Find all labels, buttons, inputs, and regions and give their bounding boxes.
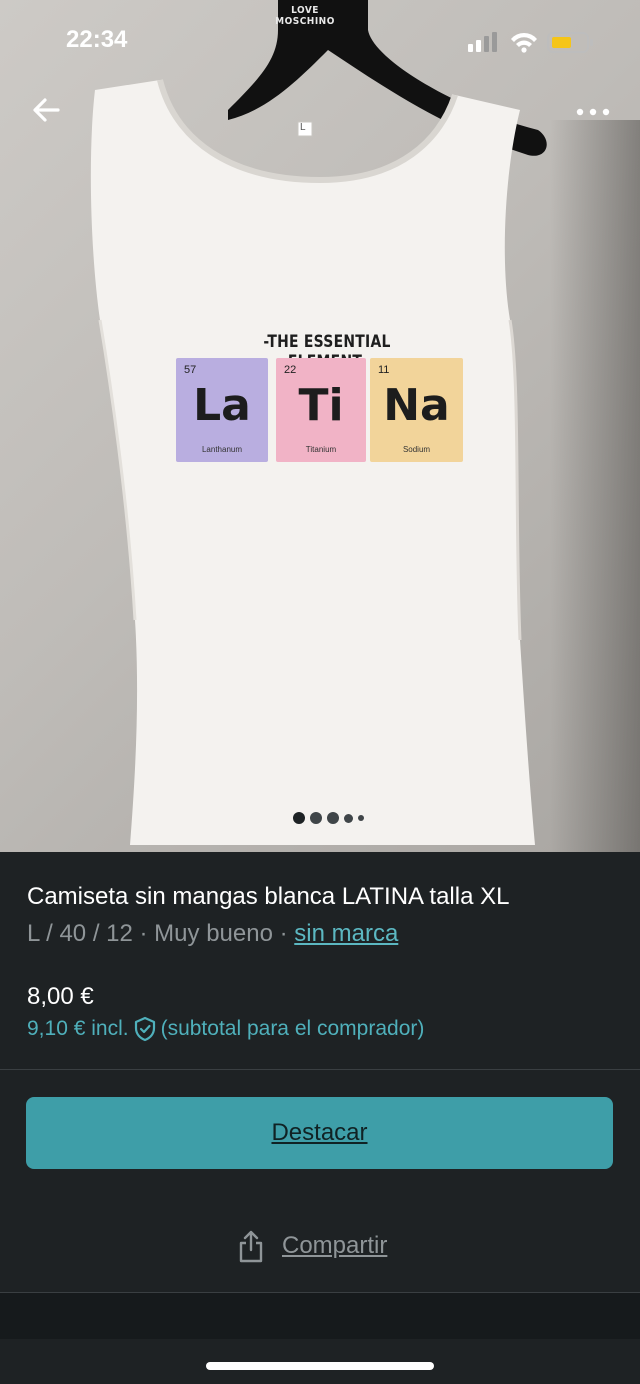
product-meta-text: L / 40 / 12 · Muy bueno · <box>27 920 295 947</box>
buyer-price: 9,10 € incl. <box>27 1017 129 1040</box>
share-label: Compartir <box>282 1232 388 1259</box>
bottom-band <box>0 1293 640 1339</box>
buyer-price-note: (subtotal para el comprador) <box>160 1017 425 1040</box>
carousel-dot[interactable] <box>310 812 322 824</box>
status-time: 22:34 <box>66 26 128 53</box>
shirt-print: -THE ESSENTIAL ELEMENT- 57 La Lanthanum … <box>172 332 472 467</box>
signal-icon <box>468 32 497 52</box>
product-meta: L / 40 / 12 · Muy bueno · sin marca <box>27 920 398 948</box>
product-photo[interactable]: LOVE MOSCHINO L -THE ESSENTIAL ELEMENT- … <box>0 0 640 852</box>
carousel-dot[interactable] <box>358 815 364 821</box>
back-button[interactable] <box>24 90 68 130</box>
wifi-icon <box>511 32 537 53</box>
carousel-dot[interactable] <box>344 813 353 823</box>
battery-icon <box>547 32 593 53</box>
more-options-button[interactable] <box>568 96 618 128</box>
element-tile-la: 57 La Lanthanum <box>176 358 268 462</box>
element-tile-na: 11 Na Sodium <box>370 358 463 462</box>
brand-link[interactable]: sin marca <box>294 920 398 947</box>
divider <box>0 1069 640 1070</box>
product-title: Camiseta sin mangas blanca LATINA talla … <box>27 883 510 910</box>
buyer-price-row[interactable]: 9,10 € incl. (subtotal para el comprador… <box>27 1016 424 1042</box>
element-tile-ti: 22 Ti Titanium <box>276 358 366 462</box>
size-tag: L <box>300 122 306 133</box>
carousel-dot[interactable] <box>327 812 339 824</box>
share-button[interactable]: Compartir <box>236 1226 387 1266</box>
carousel-indicator[interactable] <box>293 812 364 824</box>
destacar-button[interactable]: Destacar <box>26 1097 613 1169</box>
more-horizontal-icon <box>576 108 610 116</box>
destacar-label: Destacar <box>271 1119 368 1146</box>
product-price: 8,00 € <box>27 983 94 1010</box>
home-indicator[interactable] <box>206 1362 434 1370</box>
status-icons <box>468 32 593 53</box>
share-icon <box>239 1230 263 1263</box>
carousel-dot[interactable] <box>293 812 305 824</box>
arrow-left-icon <box>33 98 60 122</box>
shield-check-icon <box>134 1016 155 1042</box>
